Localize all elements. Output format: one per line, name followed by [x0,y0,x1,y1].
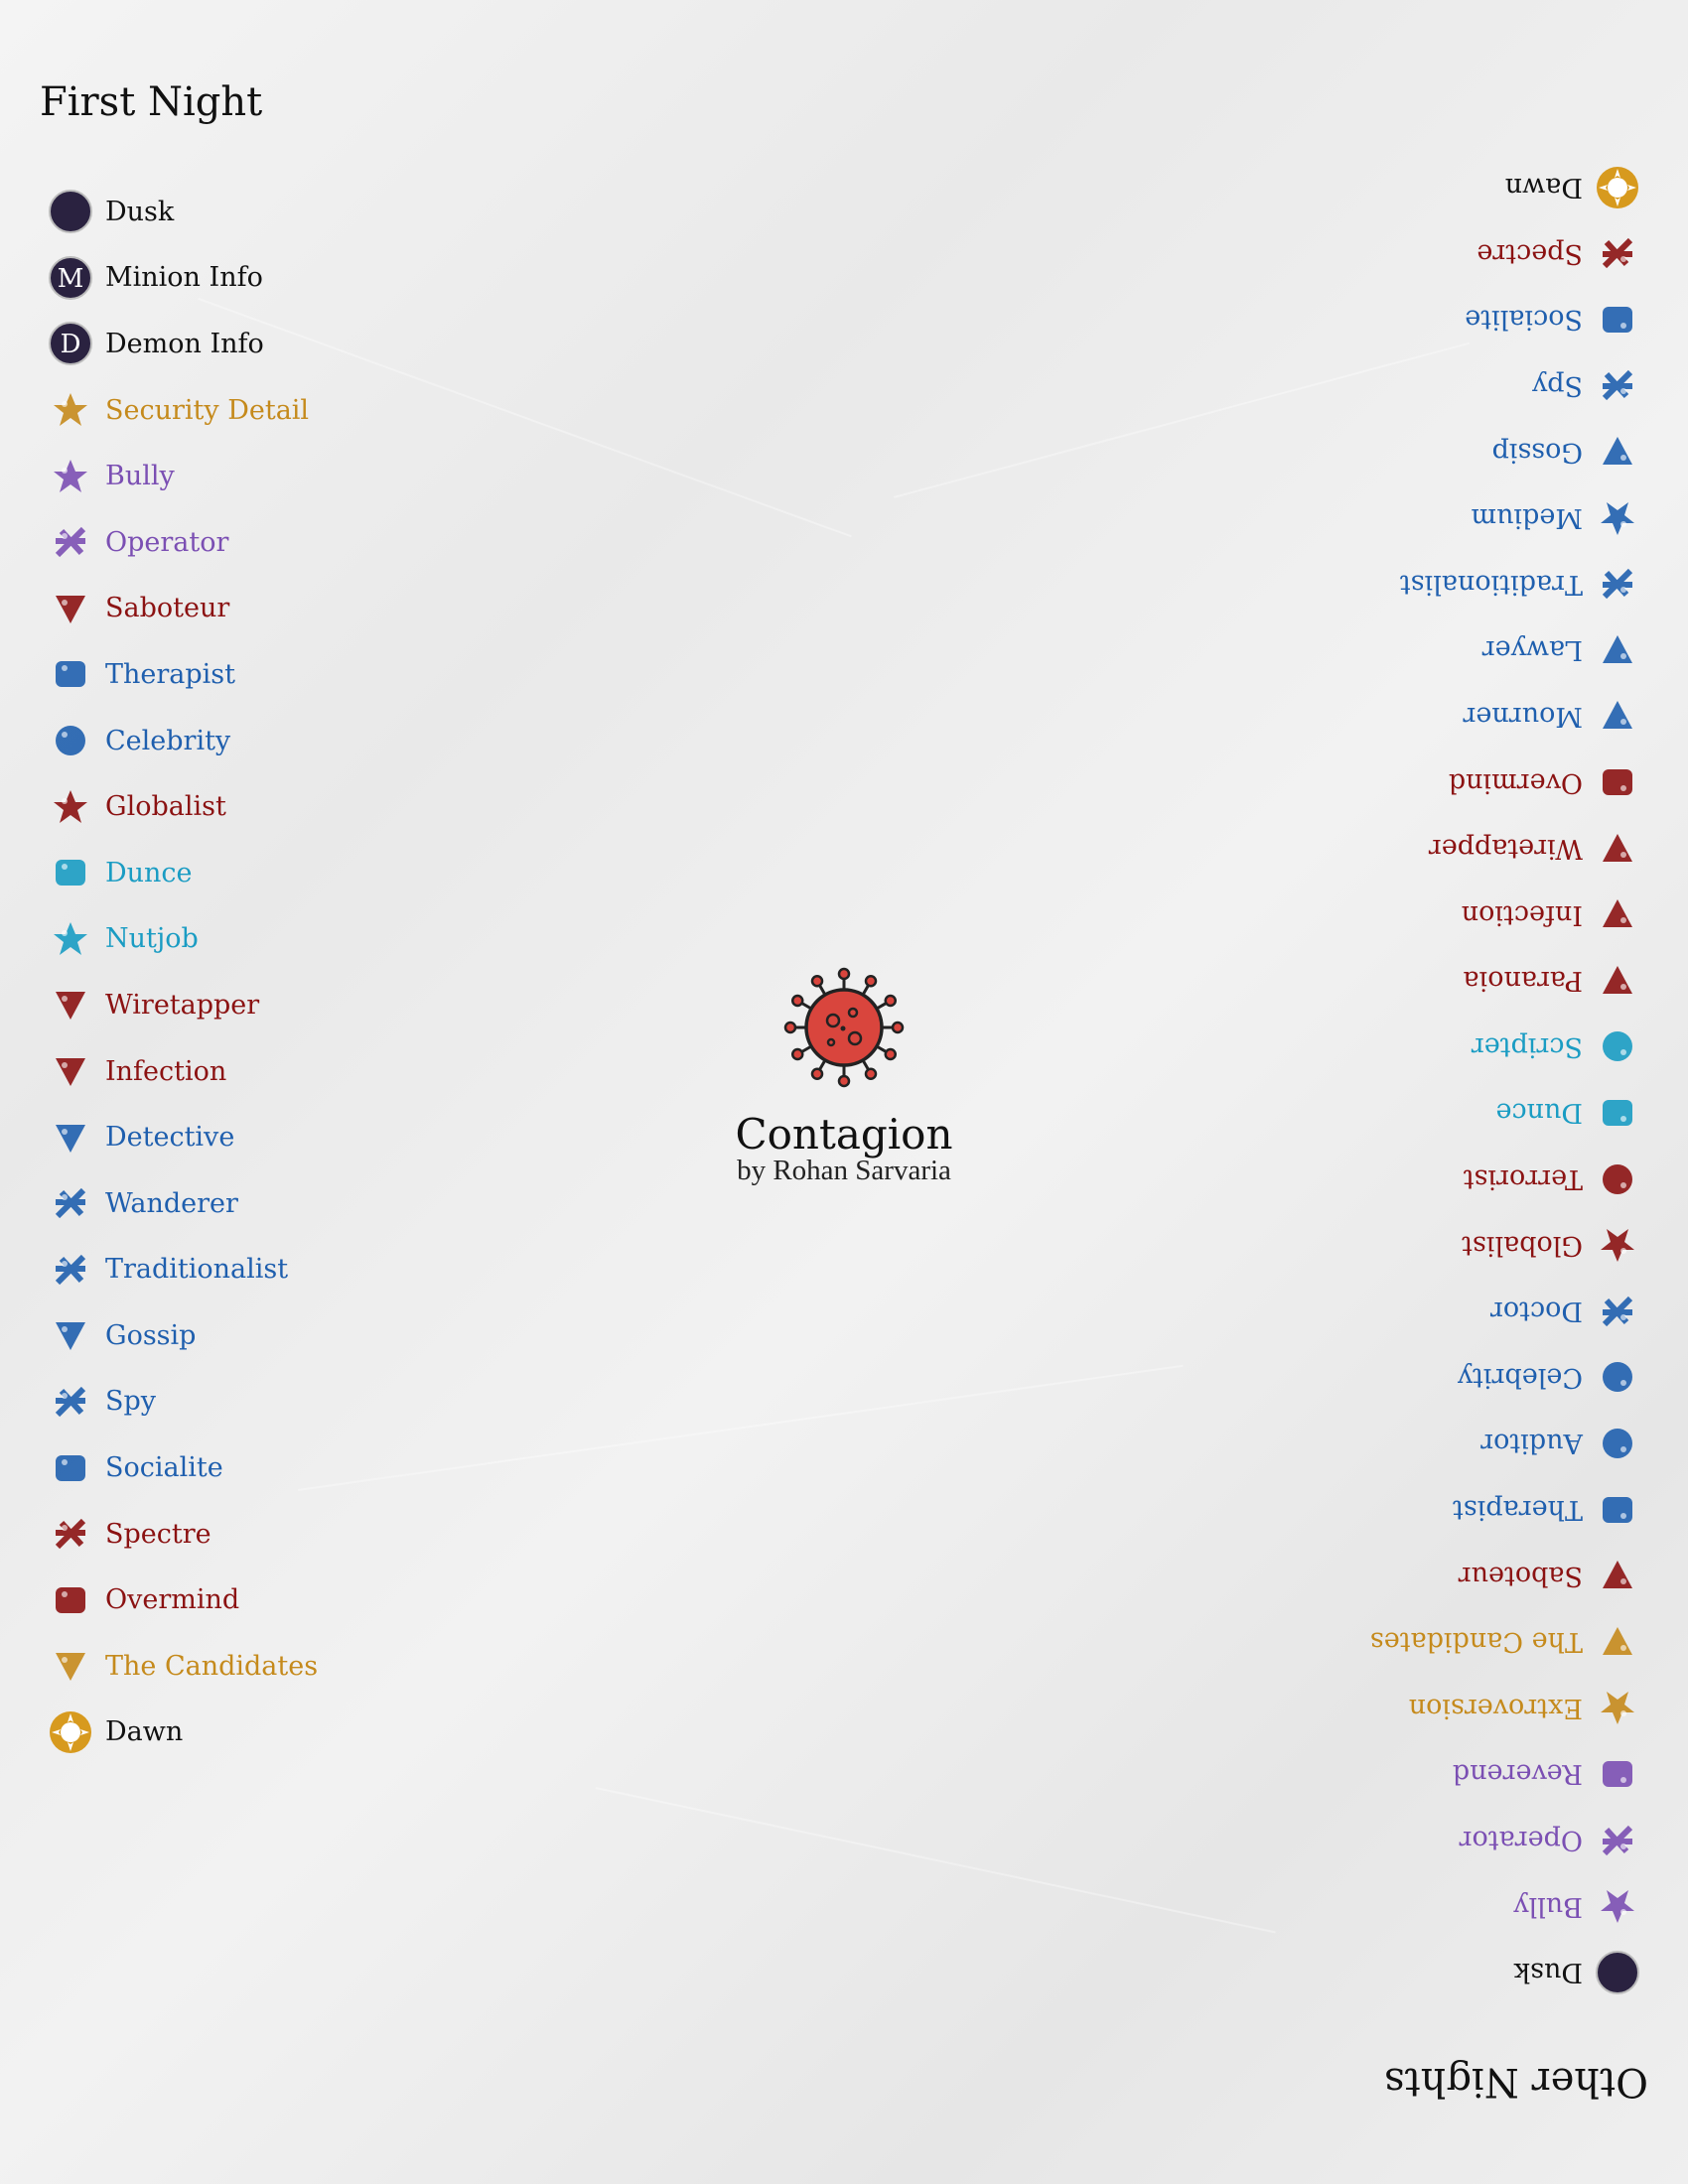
mourner-icon [1603,701,1632,730]
night-order-label: Dunce [1495,1097,1583,1129]
other-nights-list: Dusk Bully Operator Reverend Extroversion The… [1370,154,1640,2005]
script-title-block: Contagion by Rohan Sarvaria [695,963,993,1187]
night-order-label: Doctor [1489,1296,1583,1327]
auditor-icon [1603,1428,1632,1458]
script-author: by Rohan Sarvaria [737,1155,951,1186]
traditionalist-icon [1602,569,1633,600]
night-order-label: Therapist [1452,1494,1583,1526]
night-order-item: Gossip [1370,419,1640,485]
night-order-label: Spectre [1477,237,1583,269]
night-order-label: Traditionalist [1399,568,1583,600]
globalist-icon [1601,1229,1634,1263]
night-order-item: Socialite [1370,287,1640,353]
socialite-icon [1603,306,1632,333]
bully-icon [1601,1890,1634,1924]
night-order-label: Spy [1531,369,1583,401]
night-order-label: Infection [1461,898,1583,930]
night-order-label: Saboteur [1458,1560,1583,1591]
celebrity-icon [1603,1362,1632,1393]
night-order-item: Paranoia [1370,948,1640,1015]
night-order-label: Extroversion [1408,1692,1583,1723]
night-order-item: Dawn [1370,154,1640,220]
night-order-item: Operator [1370,1807,1640,1873]
night-order-item: Overmind [1370,750,1640,816]
night-order-item: Infection [1370,882,1640,948]
night-order-item: Wiretapper [1370,815,1640,882]
candidates-icon [1603,1626,1632,1655]
terrorist-icon [1603,1163,1632,1194]
moon-icon [1596,1950,1639,1994]
wiretapper-icon [1603,833,1632,862]
night-order-label: Reverend [1452,1758,1583,1790]
virus-icon [783,967,905,1088]
night-order-label: Celebrity [1457,1361,1583,1393]
extroversion-icon [1601,1692,1634,1725]
night-order-label: Operator [1459,1825,1583,1856]
night-order-item: Doctor [1370,1278,1640,1344]
night-order-label: Paranoia [1463,965,1583,997]
doctor-icon [1602,1296,1633,1326]
night-order-label: Bully [1513,1890,1583,1922]
night-order-item: Globalist [1370,1212,1640,1279]
overmind-icon [1603,769,1632,796]
night-order-item: Dunce [1370,1080,1640,1147]
night-order-label: Lawyer [1481,634,1583,666]
operator-icon [1602,1825,1633,1855]
night-order-label: Dusk [1513,1957,1583,1988]
night-order-label: Gossip [1491,436,1583,468]
dunce-icon [1603,1099,1632,1126]
scripter-icon [1603,1031,1632,1062]
night-order-item: Mourner [1370,683,1640,750]
night-order-label: Terrorist [1463,1163,1583,1195]
night-order-item: Bully [1370,1873,1640,1940]
therapist-icon [1603,1496,1632,1523]
saboteur-icon [1603,1561,1632,1589]
night-order-label: Scripter [1471,1030,1583,1062]
night-order-label: Dawn [1504,172,1583,204]
night-order-label: Globalist [1462,1229,1583,1261]
night-order-item: Auditor [1370,1411,1640,1477]
night-order-item: Medium [1370,484,1640,551]
medium-icon [1601,501,1634,535]
night-order-label: Socialite [1465,304,1583,336]
infection-icon [1603,899,1632,928]
night-order-item: Spectre [1370,220,1640,287]
night-order-item: Scripter [1370,1014,1640,1080]
other-nights-heading: Other Nights [1384,2059,1648,2105]
night-order-item: Reverend [1370,1741,1640,1808]
night-order-item: The Candidates [1370,1608,1640,1675]
night-order-item: Terrorist [1370,1146,1640,1212]
reverend-icon [1603,1760,1632,1787]
gossip-icon [1603,437,1632,466]
night-order-label: Mourner [1463,700,1583,732]
spectre-icon [1602,238,1633,269]
night-order-item: Saboteur [1370,1543,1640,1609]
script-title: Contagion [735,1110,953,1159]
night-order-item: Dusk [1370,1939,1640,2005]
night-order-item: Lawyer [1370,617,1640,684]
night-order-item: Spy [1370,352,1640,419]
night-order-label: Overmind [1448,766,1583,798]
night-order-item: Traditionalist [1370,551,1640,617]
lawyer-icon [1603,634,1632,663]
night-order-label: Wiretapper [1428,833,1583,865]
night-order-item: Therapist [1370,1476,1640,1543]
night-order-label: The Candidates [1369,1626,1583,1658]
paranoia-icon [1603,965,1632,994]
night-order-label: Auditor [1480,1428,1583,1459]
sun-icon [1597,166,1638,208]
night-order-item: Celebrity [1370,1344,1640,1411]
night-order-label: Medium [1471,502,1583,534]
night-order-item: Extroversion [1370,1675,1640,1741]
spy-icon [1602,370,1633,401]
